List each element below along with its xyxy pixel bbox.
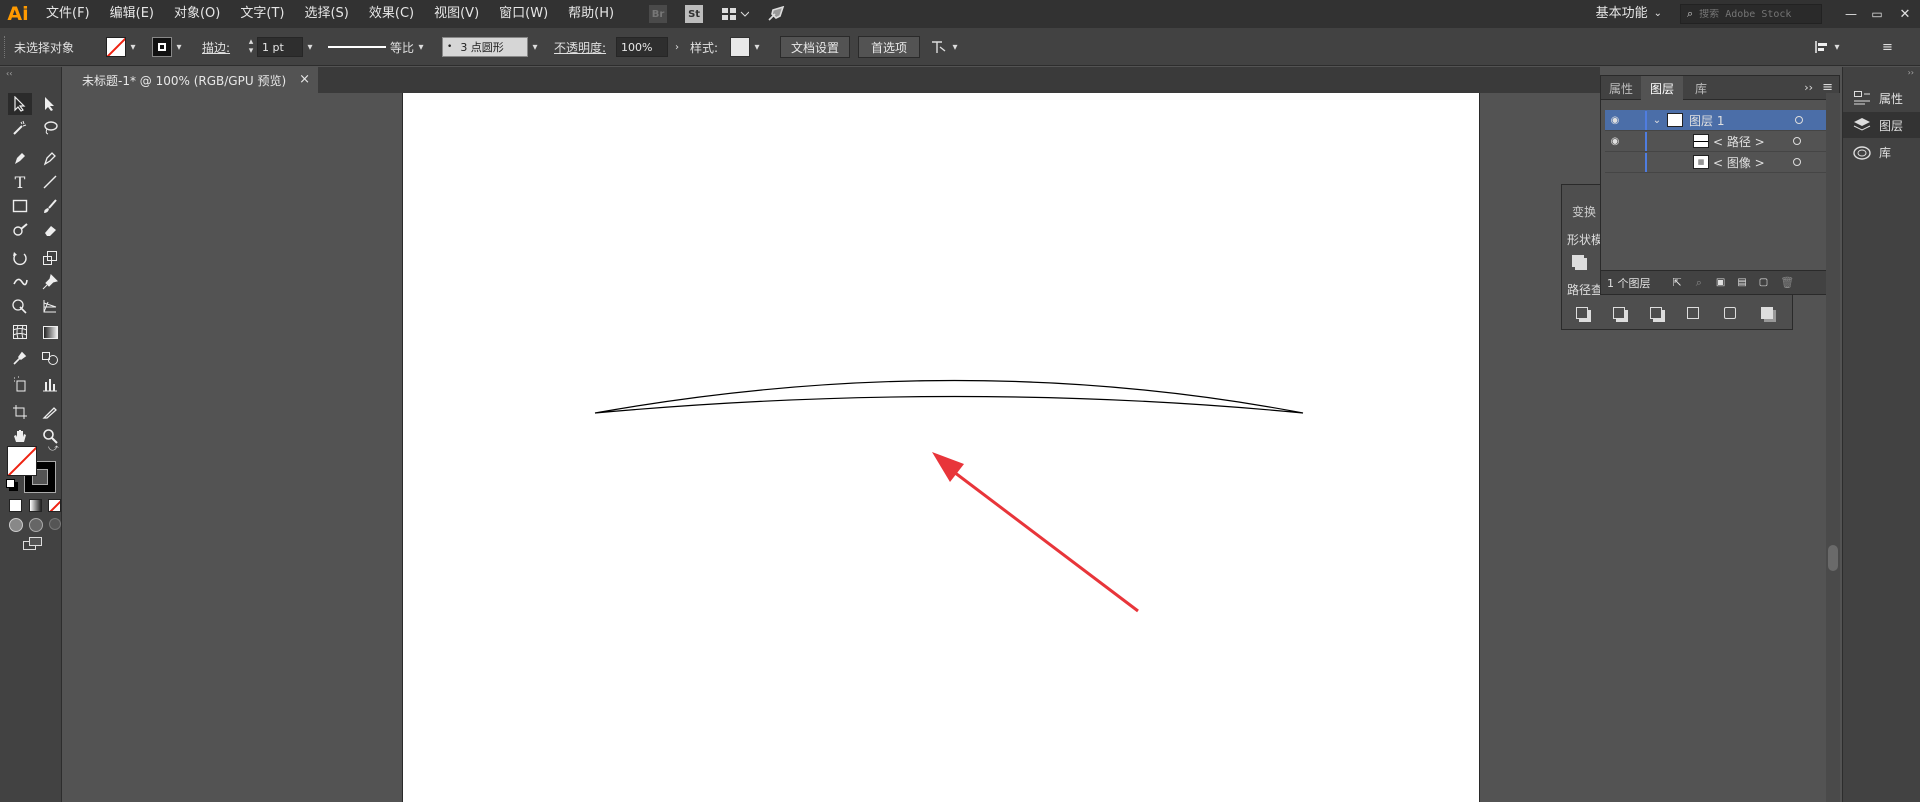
shape-modes-label: 形状模 [1567, 233, 1604, 247]
path-thumbnail [1693, 134, 1709, 148]
trim-icon[interactable] [1613, 307, 1625, 319]
pathfinders-label: 路径查 [1567, 283, 1604, 297]
scrollbar-thumb[interactable] [1828, 545, 1838, 571]
export-icon[interactable]: ⇱ [1673, 276, 1682, 289]
tab-libraries[interactable]: 库 [1683, 76, 1719, 100]
dock-item-libraries[interactable]: 库 [1843, 139, 1920, 165]
merge-icon[interactable] [1650, 307, 1662, 319]
new-layer-icon[interactable]: ▢ [1759, 277, 1768, 288]
libraries-icon [1853, 146, 1871, 160]
dock-item-properties[interactable]: 属性 [1843, 85, 1920, 111]
target-icon[interactable] [1793, 137, 1801, 145]
dock-label: 属性 [1879, 91, 1904, 106]
minus-back-icon[interactable] [1761, 307, 1773, 319]
clipping-mask-icon[interactable]: ▣ [1716, 277, 1725, 288]
crescent-path[interactable] [594, 379, 1304, 414]
layer-thumbnail [1667, 113, 1683, 127]
layers-footer: 1 个图层 ⇱ ⌕ ▣ ▤ ▢ 🗑 [1601, 270, 1839, 294]
tab-properties[interactable]: 属性 [1601, 76, 1641, 100]
layer-name[interactable]: 图层 1 [1689, 112, 1785, 129]
right-dock: ›› 属性 图层 库 [1842, 67, 1920, 802]
eye-icon[interactable]: ◉ [1605, 115, 1625, 126]
image-name[interactable]: < 图像 > [1713, 154, 1783, 171]
layer-row[interactable]: ▦ < 图像 > [1605, 152, 1838, 173]
layer-row[interactable]: ◉ < 路径 > [1605, 131, 1838, 152]
new-sublayer-icon[interactable]: ▤ [1737, 277, 1746, 288]
collapse-arrows-icon[interactable]: ›› [1908, 68, 1914, 77]
fill-color-none[interactable] [7, 446, 37, 476]
vertical-scrollbar[interactable] [1826, 93, 1840, 802]
dock-label: 库 [1879, 145, 1892, 160]
properties-icon [1854, 91, 1870, 105]
path-name[interactable]: < 路径 > [1713, 133, 1783, 150]
layer-count: 1 个图层 [1607, 276, 1651, 290]
target-icon[interactable] [1795, 116, 1803, 124]
image-thumbnail: ▦ [1693, 155, 1709, 169]
red-arrow-shaft [945, 464, 1139, 613]
delete-icon[interactable]: 🗑 [1780, 276, 1794, 289]
layer-row[interactable]: ◉ ⌄ 图层 1 [1605, 110, 1838, 131]
locate-object-icon[interactable]: ⌕ [1696, 276, 1702, 290]
panel-tabs: 属性 图层 库 ›› ≡ [1601, 76, 1839, 100]
layers-panel: 属性 图层 库 ›› ≡ ◉ ⌄ 图层 1 ◉ < 路径 > ▦ < 图像 > … [1600, 75, 1840, 295]
dock-item-layers[interactable]: 图层 [1843, 112, 1920, 138]
layer-color-bar [1645, 131, 1647, 151]
chevron-down-icon[interactable]: ⌄ [1647, 115, 1667, 126]
panel-tab-transform[interactable]: 变换 [1572, 203, 1596, 220]
expand-panel-icon[interactable]: ›› [1804, 81, 1813, 94]
target-icon[interactable] [1793, 158, 1801, 166]
dock-label: 图层 [1879, 118, 1904, 133]
unite-icon[interactable] [1572, 255, 1584, 267]
layers-icon [1853, 118, 1871, 131]
crop-icon[interactable] [1687, 307, 1699, 319]
outline-icon[interactable] [1724, 307, 1736, 319]
layer-color-bar [1645, 152, 1647, 172]
eye-icon[interactable]: ◉ [1605, 136, 1625, 147]
divide-icon[interactable] [1576, 307, 1588, 319]
layers-list: ◉ ⌄ 图层 1 ◉ < 路径 > ▦ < 图像 > [1605, 110, 1838, 270]
tab-layers[interactable]: 图层 [1641, 76, 1683, 100]
